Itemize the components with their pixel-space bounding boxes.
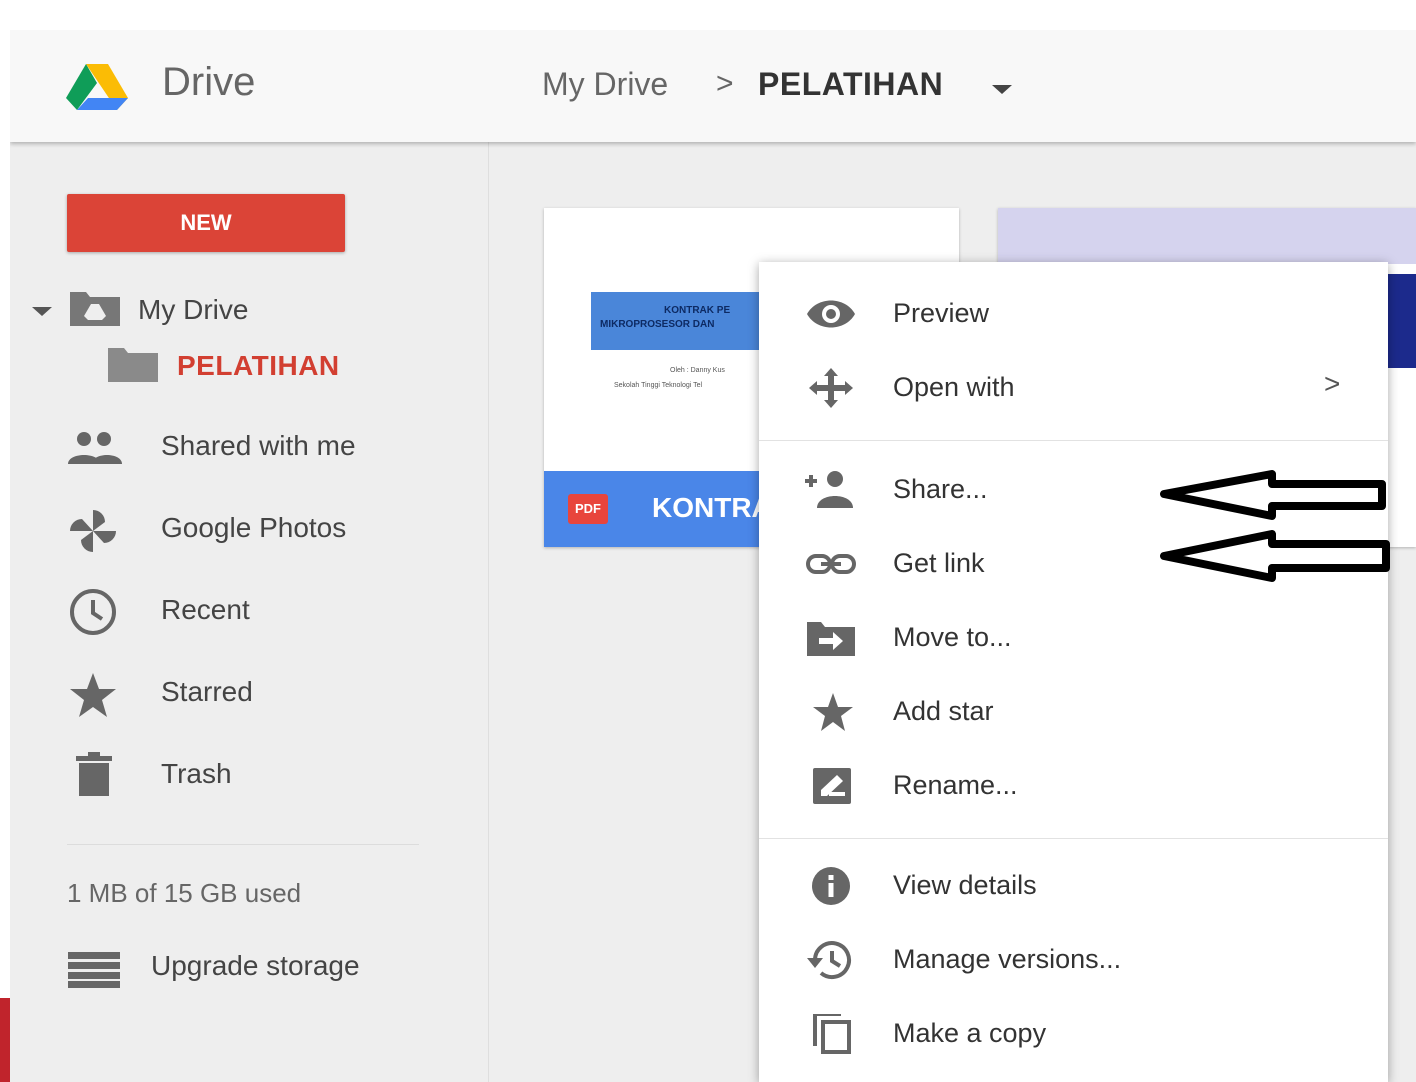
sidebar-item-google-photos[interactable]: Google Photos [10, 502, 480, 558]
history-icon [807, 941, 851, 979]
menu-item-label: Open with [893, 372, 1015, 402]
menu-item-preview[interactable]: Preview [759, 282, 1388, 344]
menu-item-view-details[interactable]: View details [759, 854, 1388, 916]
new-button[interactable]: NEW [67, 194, 345, 252]
sidebar-item-trash[interactable]: Trash [10, 748, 480, 804]
menu-item-label: Move to... [893, 622, 1012, 652]
eye-icon [807, 300, 855, 328]
menu-item-label: Make a copy [893, 1018, 1047, 1048]
menu-item-label: Preview [893, 298, 990, 328]
tree-item-pelatihan[interactable]: PELATIHAN [10, 340, 480, 396]
menu-item-manage-versions[interactable]: Manage versions... [759, 928, 1388, 990]
sidebar-item-label: Trash [161, 758, 232, 789]
breadcrumb-separator: > [716, 67, 734, 100]
folder-move-icon [807, 622, 855, 656]
clock-icon [70, 589, 116, 635]
pdf-icon: PDF [568, 494, 608, 524]
menu-item-label: Manage versions... [893, 944, 1122, 974]
annotation-arrow-icon [1160, 470, 1386, 520]
thumbnail-line: Oleh : Danny Kus [670, 367, 725, 374]
tree-item-label: PELATIHAN [177, 350, 340, 381]
pencil-icon [813, 768, 851, 804]
tree-item-my-drive[interactable]: My Drive [10, 284, 480, 340]
file-name: KONTRA [652, 492, 772, 523]
sidebar-item-label: Google Photos [161, 512, 347, 543]
tree-item-label: My Drive [138, 294, 249, 325]
sidebar-item-label: Starred [161, 676, 253, 707]
star-icon [70, 673, 116, 717]
breadcrumb-root[interactable]: My Drive [542, 66, 668, 103]
thumbnail-line: Sekolah Tinggi Teknologi Tel [614, 382, 703, 389]
upgrade-storage-label: Upgrade storage [151, 950, 360, 981]
breadcrumb-current[interactable]: PELATIHAN [758, 66, 943, 103]
menu-item-make-a-copy[interactable]: Make a copy [759, 1002, 1388, 1064]
context-menu: Preview Open with > Share... Get link Mo… [759, 262, 1388, 1082]
sidebar-item-recent[interactable]: Recent [10, 584, 480, 640]
thumbnail-title-line: KONTRAK PE [664, 305, 731, 316]
info-icon [812, 867, 850, 905]
menu-item-rename[interactable]: Rename... [759, 754, 1388, 816]
menu-item-add-star[interactable]: Add star [759, 680, 1388, 742]
copy-icon [813, 1014, 851, 1054]
file-thumbnail-accent [1386, 274, 1416, 368]
photos-pinwheel-icon [70, 510, 116, 552]
star-icon [813, 693, 853, 731]
annotation-arrow-icon [1160, 530, 1390, 582]
menu-item-label: Share... [893, 474, 988, 504]
chevron-right-icon: > [1324, 368, 1341, 399]
people-icon [68, 432, 122, 464]
file-thumbnail-title: KONTRAK PE MIKROPROSESOR DAN [600, 304, 730, 332]
menu-separator [759, 838, 1388, 839]
storage-list-icon [68, 952, 120, 988]
upgrade-storage-link[interactable]: Upgrade storage [10, 940, 480, 996]
sidebar-item-starred[interactable]: Starred [10, 666, 480, 722]
drive-logo-icon [66, 64, 128, 110]
link-icon [806, 554, 856, 574]
thumbnail-title-line: MIKROPROSESOR DAN [600, 319, 715, 330]
file-thumbnail [998, 208, 1416, 264]
storage-usage-text: 1 MB of 15 GB used [67, 878, 302, 908]
sidebar-item-label: Shared with me [161, 430, 356, 461]
menu-item-label: Get link [893, 548, 985, 578]
move-arrows-icon [809, 368, 853, 408]
top-bar: Drive My Drive > PELATIHAN [10, 30, 1416, 142]
trash-icon [76, 752, 112, 796]
chevron-down-icon[interactable] [992, 85, 1012, 94]
menu-item-open-with[interactable]: Open with > [759, 356, 1388, 418]
sidebar-item-label: Recent [161, 594, 250, 625]
menu-separator [759, 440, 1388, 441]
person-add-icon [805, 471, 853, 508]
menu-item-move-to[interactable]: Move to... [759, 606, 1388, 668]
slide-edge-accent [0, 998, 10, 1082]
sidebar-item-shared-with-me[interactable]: Shared with me [10, 420, 480, 476]
menu-item-label: Rename... [893, 770, 1018, 800]
sidebar: NEW My Drive PELATIHAN Shared with me Go… [10, 142, 489, 1082]
menu-item-label: View details [893, 870, 1037, 900]
menu-item-label: Add star [893, 696, 994, 726]
sidebar-divider [67, 844, 419, 845]
file-thumbnail-subtitle: Oleh : Danny Kus Sekolah Tinggi Teknolog… [614, 363, 725, 393]
app-name: Drive [162, 60, 256, 104]
